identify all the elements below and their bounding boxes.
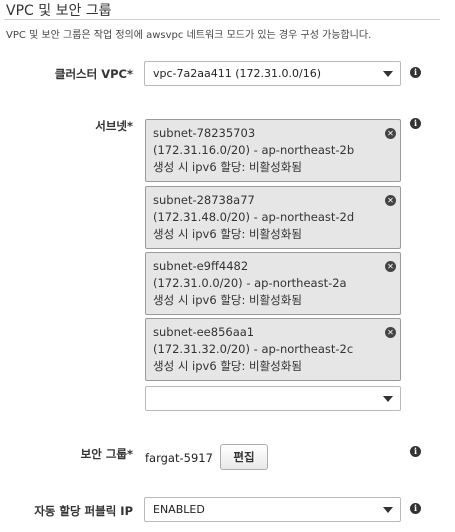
chevron-down-icon <box>383 71 393 77</box>
info-icon[interactable]: i <box>410 446 421 457</box>
remove-icon[interactable]: ✕ <box>385 327 396 338</box>
subnet-ipv6: 생성 시 ipv6 할당: 비활성화됨 <box>153 227 302 241</box>
chevron-down-icon <box>383 396 393 402</box>
public-ip-value: ENABLED <box>153 503 205 516</box>
subnet-token: subnet-78235703 (172.31.16.0/20) - ap-no… <box>145 119 401 182</box>
subnet-detail: (172.31.48.0/20) - ap-northeast-2d <box>153 210 355 224</box>
security-group-label: 보안 그룹* <box>80 447 133 461</box>
section-title: VPC 및 보안 그룹 <box>6 3 112 19</box>
public-ip-select[interactable]: ENABLED <box>144 497 401 522</box>
subnet-id: subnet-ee856aa1 <box>153 325 255 339</box>
edit-security-group-button[interactable]: 편집 <box>220 444 268 470</box>
subnet-ipv6: 생성 시 ipv6 할당: 비활성화됨 <box>153 359 302 373</box>
section-description: VPC 및 보안 그룹은 작업 정의에 awsvpc 네트워크 모드가 있는 경… <box>6 30 372 41</box>
info-icon[interactable]: i <box>410 118 421 129</box>
subnet-token: subnet-ee856aa1 (172.31.32.0/20) - ap-no… <box>145 318 401 381</box>
subnet-id: subnet-28738a77 <box>153 193 255 207</box>
subnet-token: subnet-28738a77 (172.31.48.0/20) - ap-no… <box>145 186 401 249</box>
subnet-detail: (172.31.32.0/20) - ap-northeast-2c <box>153 342 354 356</box>
cluster-vpc-value: vpc-7a2aa411 (172.31.0.0/16) <box>153 67 321 80</box>
subnet-id: subnet-e9ff4482 <box>153 259 249 273</box>
public-ip-label: 자동 할당 퍼블릭 IP <box>34 504 133 518</box>
section-divider <box>4 19 440 20</box>
remove-icon[interactable]: ✕ <box>385 195 396 206</box>
chevron-down-icon <box>383 507 393 513</box>
remove-icon[interactable]: ✕ <box>385 128 396 139</box>
subnet-detail: (172.31.16.0/20) - ap-northeast-2b <box>153 143 355 157</box>
info-icon[interactable]: i <box>410 503 421 514</box>
cluster-vpc-label: 클러스터 VPC* <box>54 67 133 81</box>
subnet-ipv6: 생성 시 ipv6 할당: 비활성화됨 <box>153 160 302 174</box>
subnet-ipv6: 생성 시 ipv6 할당: 비활성화됨 <box>153 293 302 307</box>
subnet-token: subnet-e9ff4482 (172.31.0.0/20) - ap-nor… <box>145 252 401 315</box>
info-icon[interactable]: i <box>410 67 421 78</box>
subnet-add-select[interactable] <box>145 386 401 411</box>
subnet-detail: (172.31.0.0/20) - ap-northeast-2a <box>153 276 347 290</box>
security-group-value: fargat-5917 <box>145 451 213 465</box>
subnets-label: 서브넷* <box>95 119 133 133</box>
remove-icon[interactable]: ✕ <box>385 261 396 272</box>
cluster-vpc-select[interactable]: vpc-7a2aa411 (172.31.0.0/16) <box>144 61 401 86</box>
subnet-id: subnet-78235703 <box>153 126 256 140</box>
